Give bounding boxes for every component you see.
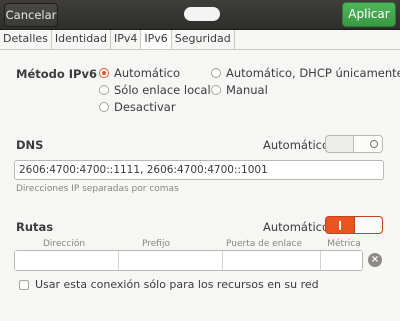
only-local-resources-label: Usar esta conexión sólo para los recurso…: [35, 278, 319, 291]
routes-auto-label: Automático: [263, 220, 330, 234]
route-entry-row: [14, 250, 363, 271]
col-header-address: Dirección: [42, 239, 86, 249]
dns-servers-input[interactable]: [14, 160, 384, 180]
radio-unchecked-icon: [99, 102, 109, 112]
tab-ipv6[interactable]: IPv6: [141, 30, 172, 49]
switch-off-icon: [370, 140, 378, 148]
radio-enlace-local[interactable]: Sólo enlace local: [99, 83, 211, 97]
col-header-prefix: Prefijo: [142, 239, 170, 249]
radio-checked-icon: [99, 68, 109, 78]
route-prefix-field[interactable]: [119, 251, 223, 270]
route-metric-field[interactable]: [321, 251, 362, 270]
cancel-button[interactable]: Cancelar: [4, 3, 58, 27]
tab-seguridad[interactable]: Seguridad: [172, 30, 235, 49]
tab-ipv4[interactable]: IPv4: [111, 30, 142, 49]
switch-knob: [354, 217, 382, 233]
checkbox-unchecked-icon: [19, 279, 29, 290]
dns-hint: Direcciones IP separadas por comas: [16, 184, 179, 194]
dns-auto-label: Automático: [263, 138, 330, 152]
apply-button[interactable]: Aplicar: [342, 2, 396, 27]
route-gateway-field[interactable]: [223, 251, 321, 270]
radio-manual-label: Manual: [226, 83, 268, 97]
header-bar: Cancelar Aplicar: [0, 0, 400, 30]
tab-identidad[interactable]: Identidad: [52, 30, 111, 49]
tab-detalles[interactable]: Detalles: [0, 30, 52, 49]
col-header-gateway: Puerta de enlace: [226, 239, 302, 249]
radio-unchecked-icon: [99, 85, 109, 95]
radio-unchecked-icon: [211, 85, 221, 95]
routes-auto-switch[interactable]: [325, 216, 383, 234]
radio-manual[interactable]: Manual: [211, 83, 268, 97]
radio-automatico[interactable]: Automático: [99, 66, 180, 80]
radio-automatico-dhcp[interactable]: Automático, DHCP únicamente: [211, 66, 400, 80]
radio-unchecked-icon: [211, 68, 221, 78]
ipv6-method-label: Método IPv6: [16, 67, 97, 81]
radio-automatico-label: Automático: [114, 66, 181, 80]
tab-bar: Detalles Identidad IPv4 IPv6 Seguridad: [0, 30, 400, 50]
switch-on-icon: [339, 221, 341, 230]
ipv6-settings-panel: Método IPv6 Automático Automático, DHCP …: [0, 50, 400, 321]
dns-auto-switch[interactable]: [325, 135, 383, 153]
radio-desactivar-label: Desactivar: [114, 100, 176, 114]
route-address-field[interactable]: [15, 251, 119, 270]
radio-desactivar[interactable]: Desactivar: [99, 100, 176, 114]
dns-label: DNS: [16, 138, 44, 152]
col-header-metric: Métrica: [327, 239, 361, 249]
radio-enlace-local-label: Sólo enlace local: [114, 83, 211, 97]
clear-icon[interactable]: ×: [368, 253, 382, 267]
radio-automatico-dhcp-label: Automático, DHCP únicamente: [226, 66, 400, 80]
only-local-resources-checkbox[interactable]: Usar esta conexión sólo para los recurso…: [19, 278, 319, 291]
routes-label: Rutas: [16, 220, 54, 234]
window-title-redacted: [184, 7, 220, 21]
